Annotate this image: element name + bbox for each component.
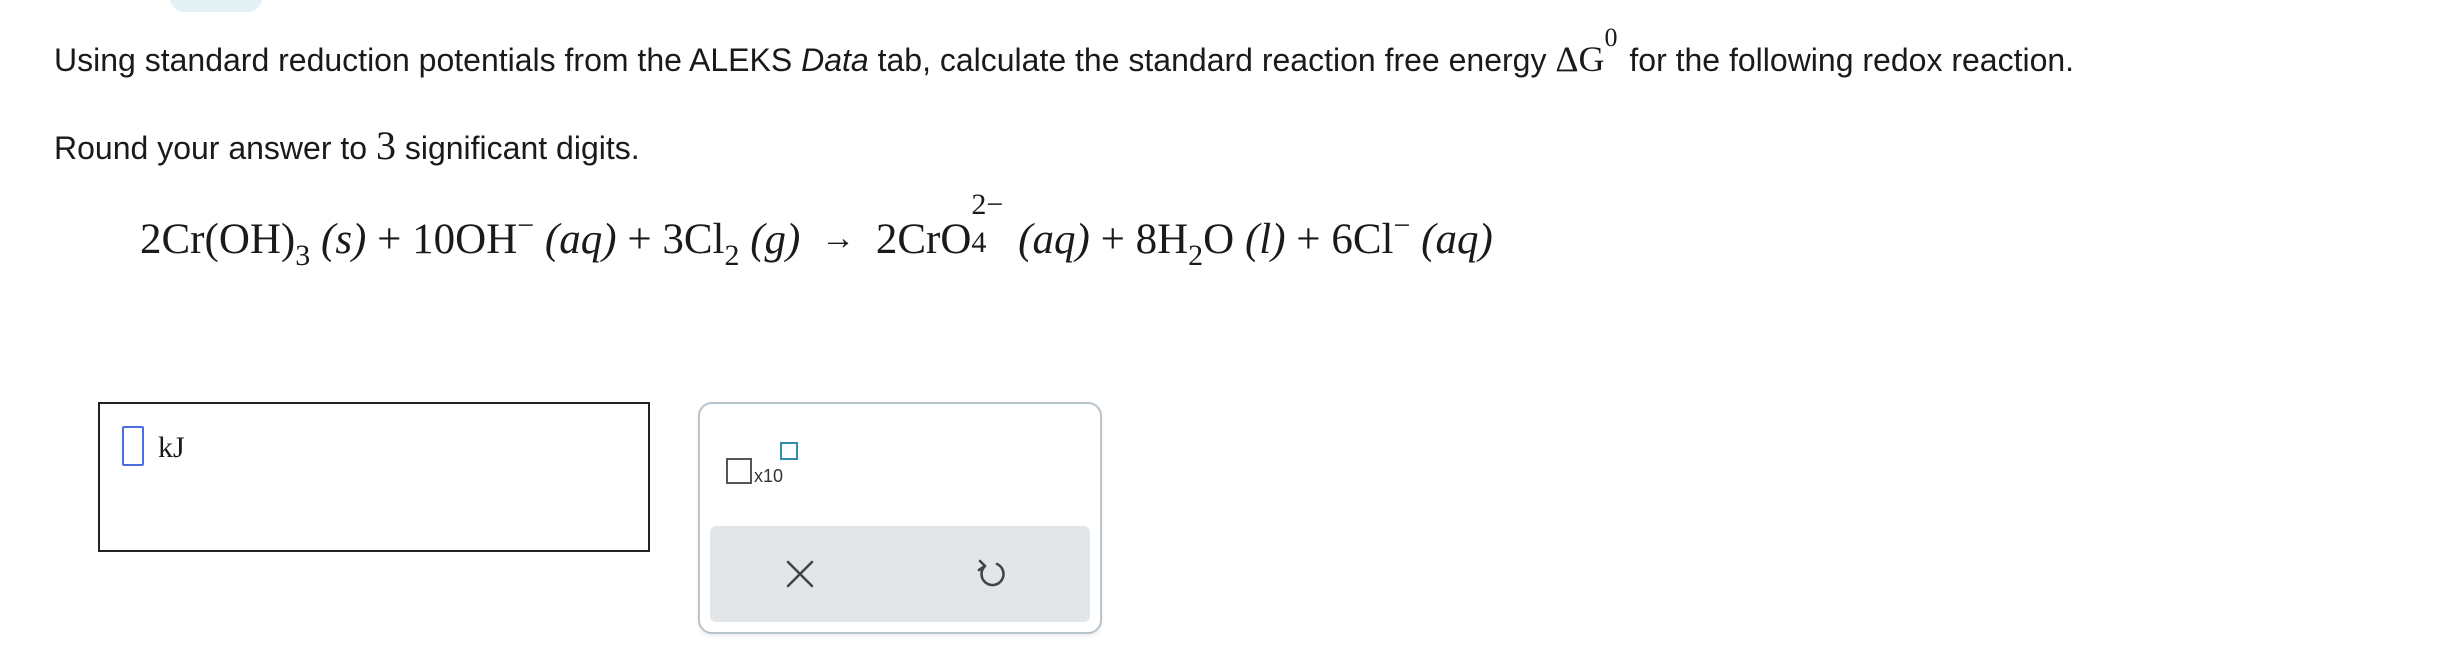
phase-gas: (g) — [750, 216, 801, 263]
phase-solid: (s) — [321, 216, 367, 263]
math-tool-panel: x10 — [698, 402, 1102, 634]
question-text-start: Using standard reduction potentials from… — [54, 42, 802, 78]
sig-digits-number: 3 — [375, 123, 396, 168]
phase-liquid: (l) — [1244, 216, 1286, 263]
question-text: Using standard reduction potentials from… — [54, 23, 2075, 80]
scientific-notation-button[interactable]: x10 — [726, 440, 798, 494]
reactant-chlorine: 3Cl2 — [662, 216, 740, 272]
data-tab-word: Data — [801, 42, 869, 78]
clear-button[interactable] — [776, 550, 824, 598]
product-water: 8H2O — [1135, 216, 1235, 272]
top-tab-highlight — [170, 0, 262, 12]
phase-aqueous: (aq) — [1018, 216, 1090, 263]
reactant-crOH3: 2Cr(OH)3 — [140, 216, 311, 272]
reaction-arrow: → — [821, 220, 856, 257]
undo-button[interactable] — [968, 550, 1016, 598]
reactant-hydroxide: 10OH− — [412, 209, 535, 263]
exponent-placeholder-box — [780, 442, 798, 460]
phase-aqueous: (aq) — [544, 216, 617, 263]
close-icon — [786, 560, 814, 588]
question-text-mid: tab, calculate the standard reaction fre… — [868, 42, 1556, 78]
redox-equation: 2Cr(OH)3 (s) + 10OH− (aq) + 3Cl2 (g) → 2… — [140, 188, 1493, 272]
x10-label: x10 — [754, 466, 784, 486]
product-chromate: 2CrO 2− 4 — [875, 188, 1004, 263]
undo-icon — [977, 559, 1005, 587]
phase-aqueous: (aq) — [1421, 216, 1493, 263]
answer-input-box[interactable]: kJ — [98, 402, 650, 552]
product-chloride: 6Cl− — [1331, 209, 1411, 263]
action-bar — [710, 526, 1090, 622]
answer-input-slot[interactable] — [122, 426, 144, 466]
base-placeholder-box — [726, 458, 752, 484]
question-text-end: for the following redox reaction. — [1620, 42, 2075, 78]
delta-g-symbol: ΔG 0 — [1555, 23, 1618, 79]
rounding-instruction: Round your answer to 3 significant digit… — [54, 123, 640, 168]
delta-g-superscript: 0 — [1604, 23, 1618, 52]
answer-unit: kJ — [158, 431, 185, 464]
